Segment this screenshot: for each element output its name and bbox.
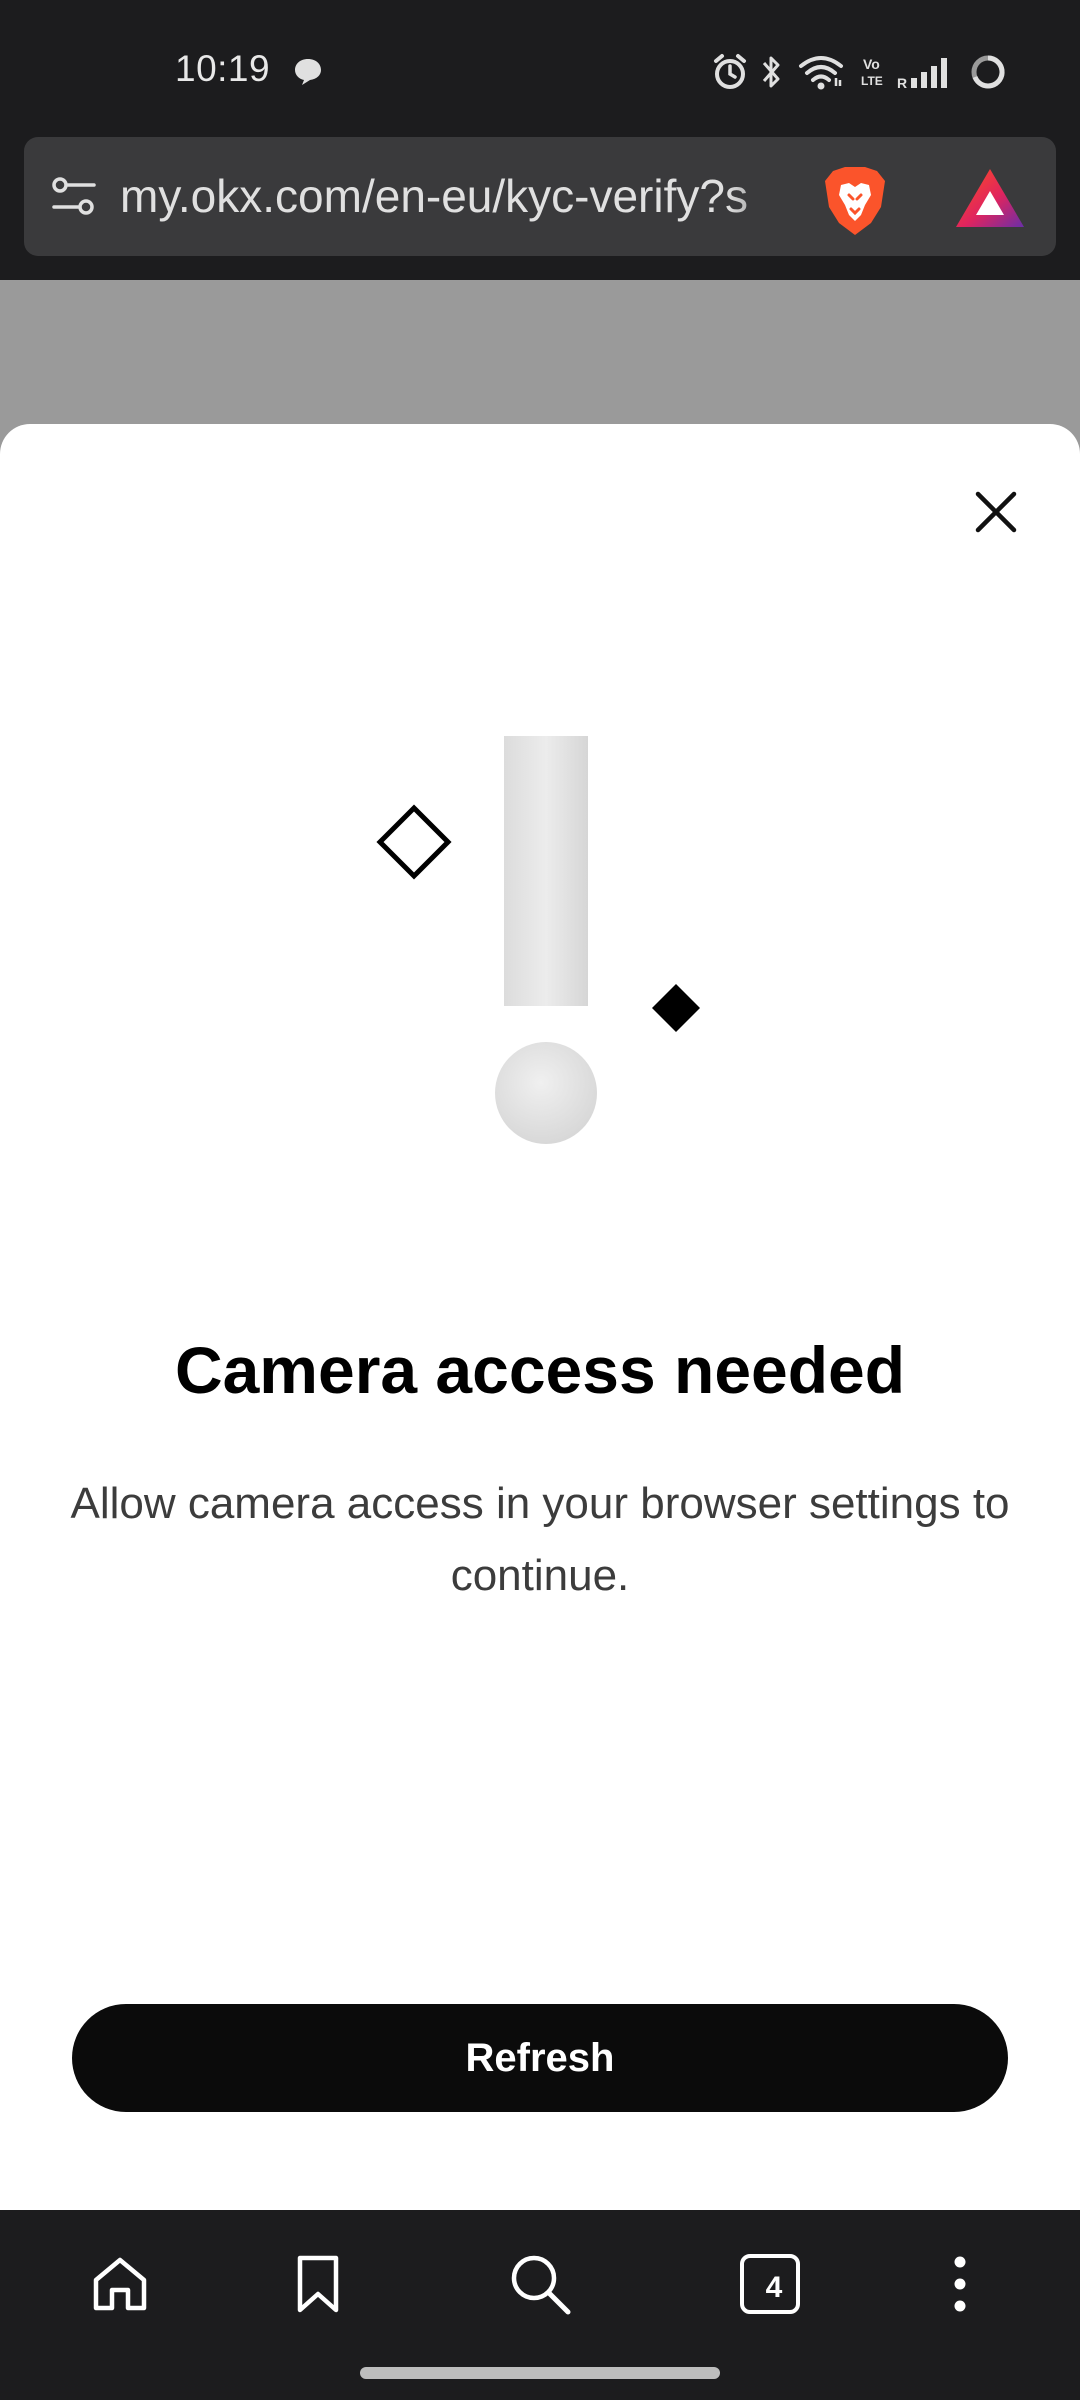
chat-bubble-icon: [292, 55, 324, 92]
brave-shields-icon[interactable]: [819, 163, 891, 244]
svg-text:R: R: [897, 75, 907, 91]
tab-count: 4: [765, 2271, 783, 2304]
search-icon: [511, 2255, 571, 2315]
search-button[interactable]: [500, 2244, 580, 2324]
site-settings-icon[interactable]: [48, 171, 100, 228]
home-icon: [93, 2257, 147, 2311]
address-bar[interactable]: my.okx.com/en-eu/kyc-verify?s: [24, 137, 1056, 256]
svg-text:LTE: LTE: [861, 74, 883, 88]
bluetooth-icon: [762, 56, 780, 88]
tabs-icon: 4: [740, 2254, 800, 2314]
volte-icon: Vo LTE: [861, 56, 883, 88]
close-icon[interactable]: [970, 486, 1022, 538]
signal-icon: R: [897, 58, 947, 91]
dialog-message: Allow camera access in your browser sett…: [70, 1479, 1010, 1600]
status-bar: 10:19 Vo LTE R: [0, 0, 1080, 134]
tabs-button[interactable]: 4: [730, 2244, 810, 2324]
bookmark-button[interactable]: [278, 2244, 358, 2324]
home-button[interactable]: [80, 2244, 160, 2324]
svg-text:Vo: Vo: [863, 56, 880, 72]
refresh-button[interactable]: Refresh: [72, 2004, 1008, 2112]
status-time: 10:19: [175, 48, 271, 89]
outline-diamond-icon: [376, 804, 452, 880]
gesture-handle[interactable]: [360, 2367, 720, 2379]
camera-access-dialog: [0, 424, 1080, 2210]
wifi-icon: [799, 56, 843, 90]
url-text[interactable]: my.okx.com/en-eu/kyc-verify?s: [120, 169, 810, 223]
brave-rewards-icon[interactable]: [952, 165, 1028, 236]
dialog-title: Camera access needed: [174, 1333, 906, 1407]
bookmark-icon: [297, 2255, 339, 2313]
status-icons: Vo LTE R: [700, 50, 1020, 94]
browser-toolbar: 4: [0, 2210, 1080, 2400]
alarm-icon: [714, 54, 746, 89]
exclamation-icon: [360, 720, 720, 1150]
more-menu-button[interactable]: [920, 2244, 1000, 2324]
more-menu-icon: [954, 2256, 966, 2312]
battery-icon: [971, 55, 1005, 89]
filled-diamond-icon: [652, 984, 700, 1032]
